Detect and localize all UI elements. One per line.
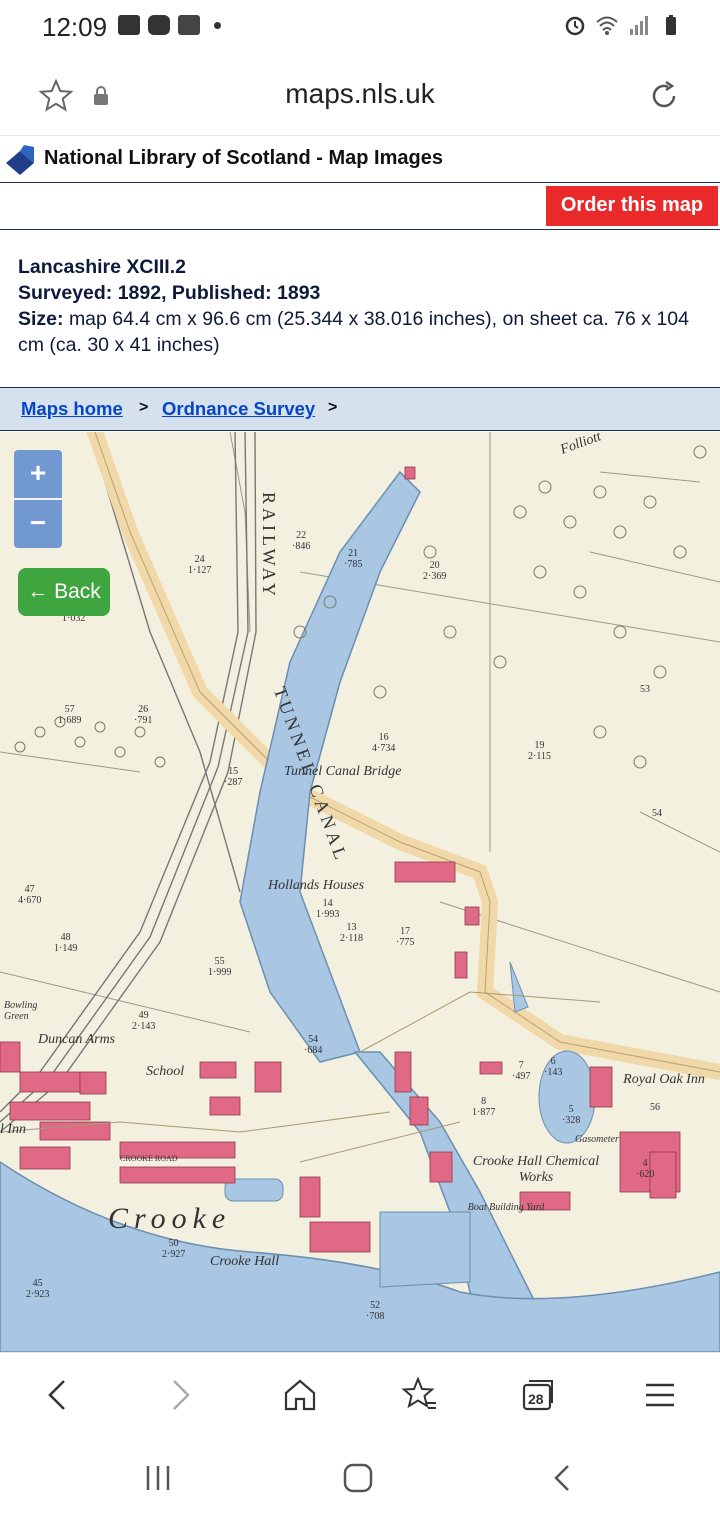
breadcrumb: Maps home > Ordnance Survey > [0,387,720,431]
browser-toolbar: 28 [0,1352,720,1436]
map-label-duncan-arms: Duncan Arms [38,1032,116,1047]
map-viewer[interactable]: Crooke RAILWAY TUNNEL CANAL Tunnel Canal… [0,432,720,1352]
status-left-icons [118,15,221,35]
parcel-label: 56 [650,1102,660,1113]
map-label-crooke-road: CROOKE ROAD [120,1154,178,1163]
parcel-label: 7·497 [512,1060,531,1082]
map-label-inn: l Inn [0,1122,27,1137]
parcel-label: 47 4·670 [18,884,42,906]
parcel-label: 17·775 [396,926,415,948]
home-circle-icon[interactable] [340,1460,376,1496]
site-header: National Library of Scotland - Map Image… [0,137,720,183]
map-label-town: Crooke [108,1202,232,1235]
breadcrumb-separator: > [139,399,149,416]
parcel-label: 21·785 [344,548,363,570]
back-icon[interactable] [38,1375,78,1415]
zoom-in-button[interactable]: + [14,450,62,498]
parcel-label: 55 1·999 [208,956,232,978]
status-right-icons [564,14,682,36]
map-label-railway: RAILWAY [259,492,279,600]
home-icon[interactable] [280,1375,320,1415]
parcel-label: 5·328 [562,1104,581,1126]
parcel-label: 50 2·927 [162,1238,186,1260]
vpn-icon [178,15,200,35]
parcel-label: 6·143 [544,1056,563,1078]
map-label-crooke-hall: Crooke Hall [210,1254,280,1269]
size-label: Size: [18,308,64,330]
order-row: Order this map [0,184,720,230]
android-navigation-bar [0,1436,720,1520]
map-label-bowling-green: Bowling Green [4,1000,38,1022]
map-surveyed: Surveyed: 1892, Published: 1893 [18,282,321,304]
parcel-label: 14 1·993 [316,898,340,920]
parcel-label: 48 1·149 [54,932,78,954]
parcel-label: 52·708 [366,1300,385,1322]
site-title[interactable]: National Library of Scotland - Map Image… [44,147,443,170]
map-label-boat-yard: Boat Building Yard [467,1202,545,1213]
parcel-label: 26·791 [134,704,153,726]
map-size: Size: map 64.4 cm x 96.6 cm (25.344 x 38… [18,306,708,358]
map-info: Lancashire XCIII.2 Surveyed: 1892, Publi… [18,254,708,358]
status-bar: 12:09 [0,0,720,56]
breadcrumb-separator: > [328,399,338,416]
parcel-label: 15·287 [224,766,243,788]
parcel-label: 53 [640,684,650,695]
parcel-label: 45 2·923 [26,1278,50,1300]
parcel-label: 57 1·689 [58,704,82,726]
signal-icon [630,16,648,35]
menu-icon[interactable] [640,1375,680,1415]
image-icon [118,15,140,35]
alarm-icon [565,16,585,36]
parcel-label: 20 2·369 [423,560,447,582]
map-label-bridge: Tunnel Canal Bridge [284,764,402,779]
parcel-label: 13 2·118 [340,922,363,944]
reload-icon[interactable] [646,78,682,114]
tab-count: 28 [528,1391,544,1407]
map-title: Lancashire XCIII.2 [18,256,186,278]
map-label-chemical-works: Crooke Hall Chemical Works [472,1154,600,1185]
zoom-out-button[interactable]: − [14,500,62,548]
parcel-label: 16 4·734 [372,732,396,754]
parcel-label: 22·846 [292,530,311,552]
parcel-label: 49 2·143 [132,1010,156,1032]
forward-icon[interactable] [160,1375,200,1415]
recents-icon[interactable] [140,1460,176,1496]
parcel-label: 8 1·877 [472,1096,496,1118]
breadcrumb-ordnance-survey[interactable]: Ordnance Survey [162,398,315,420]
battery-icon [666,15,676,35]
bookmarks-icon[interactable] [400,1375,440,1415]
parcel-label: 19 2·115 [528,740,551,762]
address-bar: maps.nls.uk [0,56,720,136]
url-field[interactable]: maps.nls.uk [0,78,720,110]
back-button[interactable]: ← Back [18,568,110,616]
dot-icon [214,21,221,29]
map-label-royal-oak: Royal Oak Inn [623,1072,705,1087]
size-text: map 64.4 cm x 96.6 cm (25.344 x 38.016 i… [18,308,689,356]
youtube-icon [148,15,170,35]
parcel-label: 54 [652,808,662,819]
map-label-hollands: Hollands Houses [268,878,365,893]
breadcrumb-maps-home[interactable]: Maps home [21,398,123,420]
order-map-button[interactable]: Order this map [546,186,718,226]
back-chevron-icon[interactable] [544,1460,580,1496]
parcel-label: 4·620 [636,1158,655,1180]
map-label-school: School [146,1064,185,1079]
nls-logo-icon[interactable] [4,143,38,177]
zoom-control: + − [14,450,62,548]
wifi-icon [596,16,618,35]
parcel-label: 24 1·127 [188,554,212,576]
status-time: 12:09 [42,12,108,42]
map-label-gasometer: Gasometer [575,1134,619,1145]
parcel-label: 54·684 [304,1034,323,1056]
